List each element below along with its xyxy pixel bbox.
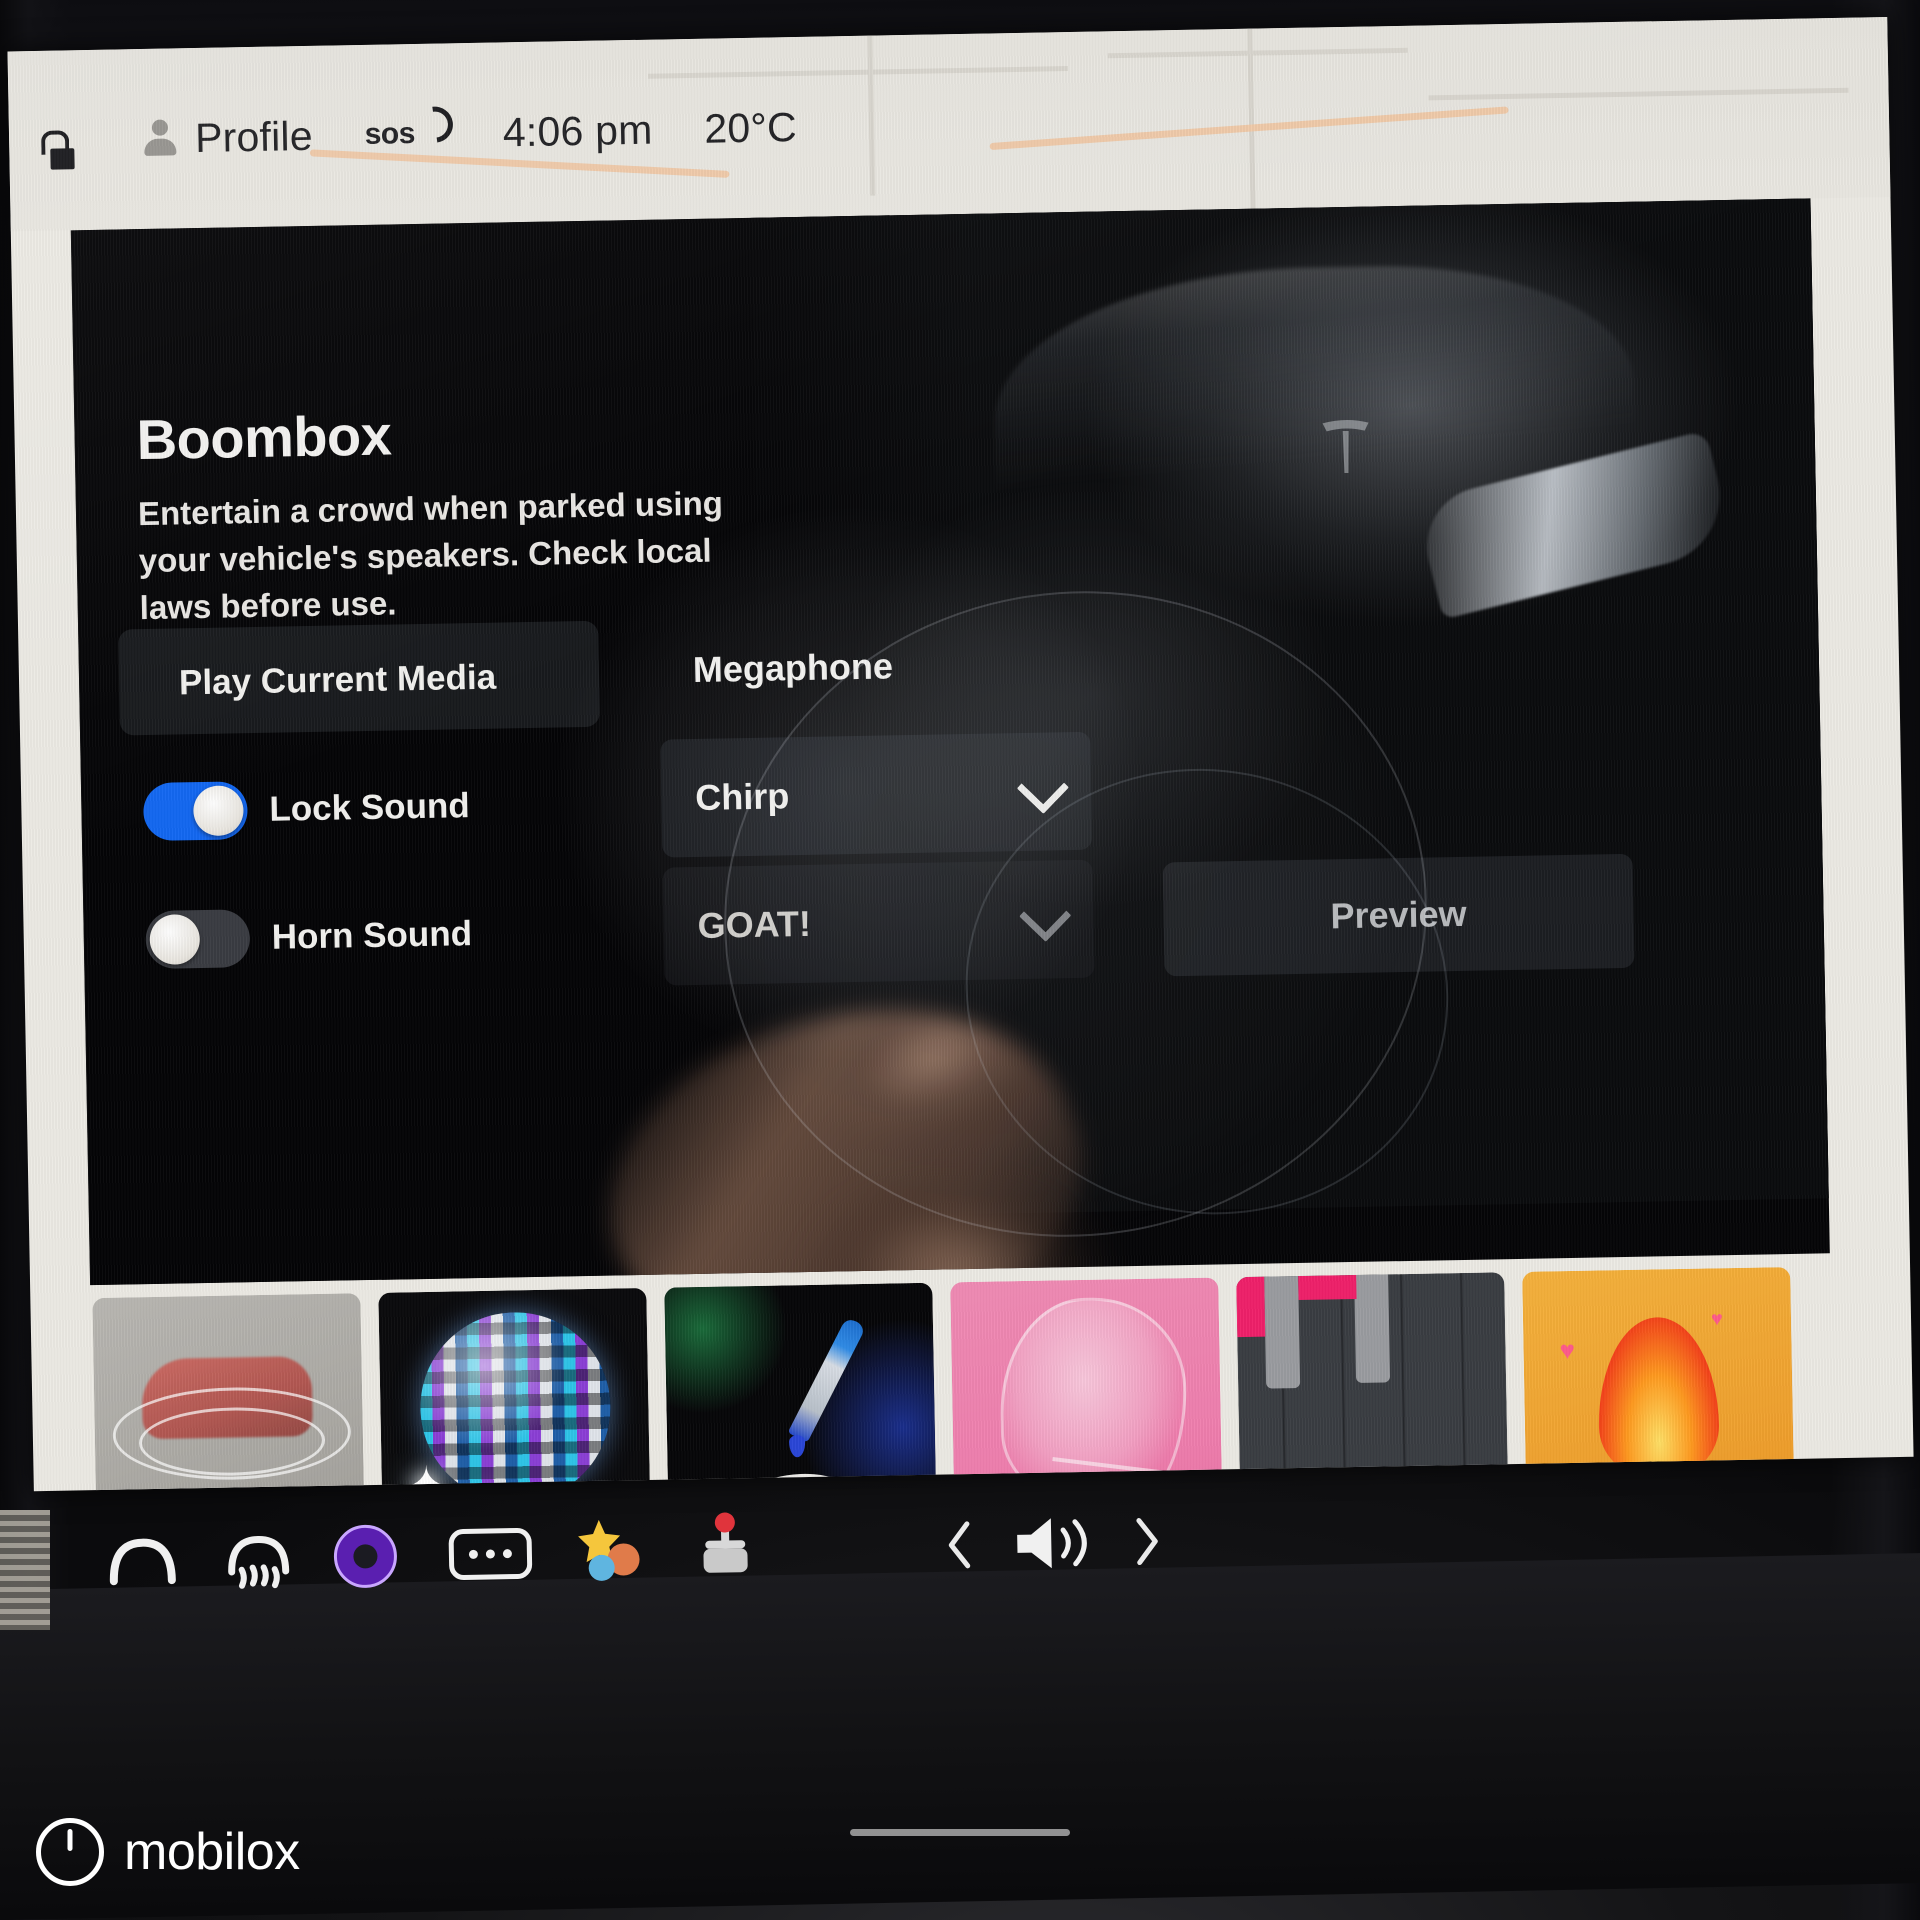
tile-boombox[interactable]: Boombox — [92, 1293, 366, 1492]
chevron-down-icon — [1016, 761, 1070, 814]
heart-icon: ♥ — [1710, 1308, 1724, 1331]
mobilox-watermark: mobilox — [36, 1818, 300, 1886]
boombox-tile-art — [92, 1293, 366, 1492]
mobilox-wordmark-text: mobilox — [124, 1823, 300, 1881]
person-icon[interactable] — [143, 119, 178, 158]
bottom-dock — [0, 1472, 1920, 1689]
tile-romance[interactable]: ♥ ♥ Romance — [1522, 1266, 1796, 1492]
toggle-knob — [149, 914, 201, 965]
status-bar: Profile sos 4:06 pm 20°C — [7, 17, 1891, 232]
lock-sound-toggle[interactable] — [142, 781, 248, 842]
horn-sound-label: Horn Sound — [271, 914, 473, 957]
emissions-tile-art — [950, 1277, 1224, 1492]
toybox-icon[interactable] — [568, 1496, 654, 1608]
lock-sound-dropdown[interactable]: Chirp — [660, 731, 1093, 858]
horn-sound-value: GOAT! — [697, 902, 812, 946]
volume-icon[interactable] — [1008, 1487, 1110, 1599]
sparkle-icon: ✦ — [403, 1456, 450, 1492]
megaphone-value: Megaphone — [692, 645, 894, 690]
toybox-tile-strip: Boombox ✦ ✦ Light Show Colorizer — [92, 1265, 1888, 1492]
sos-button[interactable]: sos — [364, 99, 460, 152]
horn-sound-toggle[interactable] — [145, 909, 251, 970]
clock-label: 4:06 pm — [502, 106, 653, 155]
toggle-knob — [192, 785, 244, 837]
tile-colorizer[interactable]: Colorizer — [664, 1282, 938, 1492]
colorizer-tile-art — [664, 1282, 938, 1492]
lightshow-tile-art: ✦ ✦ — [378, 1287, 652, 1492]
sos-arc-icon — [409, 99, 460, 150]
home-indicator-bar[interactable] — [850, 1829, 1070, 1836]
arcade-icon[interactable] — [688, 1494, 762, 1605]
tile-light-show[interactable]: ✦ ✦ Light Show — [378, 1287, 652, 1492]
romance-tile-art: ♥ ♥ — [1522, 1266, 1796, 1492]
defrost-icon[interactable] — [218, 1503, 298, 1614]
chevron-down-icon — [1019, 889, 1072, 942]
sos-label: sos — [364, 117, 416, 151]
preview-button[interactable]: Preview — [1162, 853, 1635, 977]
page-description: Entertain a crowd when parked using your… — [137, 484, 724, 626]
photo-of-tesla-touchscreen: Profile sos 4:06 pm 20°C Boombox Enterta… — [0, 0, 1920, 1920]
unlocked-padlock-icon[interactable] — [39, 130, 75, 171]
profile-label[interactable]: Profile — [195, 112, 313, 161]
lock-sound-value: Chirp — [694, 775, 790, 818]
media-circle-icon[interactable] — [328, 1501, 402, 1612]
preview-label: Preview — [1330, 892, 1467, 937]
mobilox-logo-icon — [36, 1818, 104, 1886]
more-dots-icon[interactable] — [446, 1498, 534, 1610]
horn-sound-dropdown[interactable]: GOAT! — [662, 859, 1095, 986]
trax-tile-art — [1236, 1272, 1510, 1492]
temperature-label[interactable]: 20°C — [704, 104, 797, 153]
controls-grid: Play Current Media Megaphone Lock Sound … — [98, 599, 1805, 1014]
next-chevron-icon[interactable] — [1126, 1486, 1168, 1597]
prev-chevron-icon[interactable] — [938, 1490, 980, 1601]
lock-sound-label: Lock Sound — [269, 786, 471, 829]
tile-trax[interactable]: Trax — [1236, 1272, 1510, 1492]
car-seat-icon[interactable] — [102, 1505, 182, 1616]
heart-icon: ♥ — [1559, 1334, 1576, 1366]
boombox-detail-panel: Boombox Entertain a crowd when parked us… — [70, 198, 1830, 1286]
tile-emissions[interactable]: Emissions — [950, 1277, 1224, 1492]
sparkle-icon: ✦ — [478, 1485, 507, 1492]
megaphone-selector[interactable]: Megaphone — [658, 604, 1090, 730]
tesla-center-screen: Profile sos 4:06 pm 20°C Boombox Enterta… — [0, 11, 1920, 1516]
play-current-media-label: Play Current Media — [178, 657, 497, 703]
page-title: Boombox — [136, 403, 392, 472]
